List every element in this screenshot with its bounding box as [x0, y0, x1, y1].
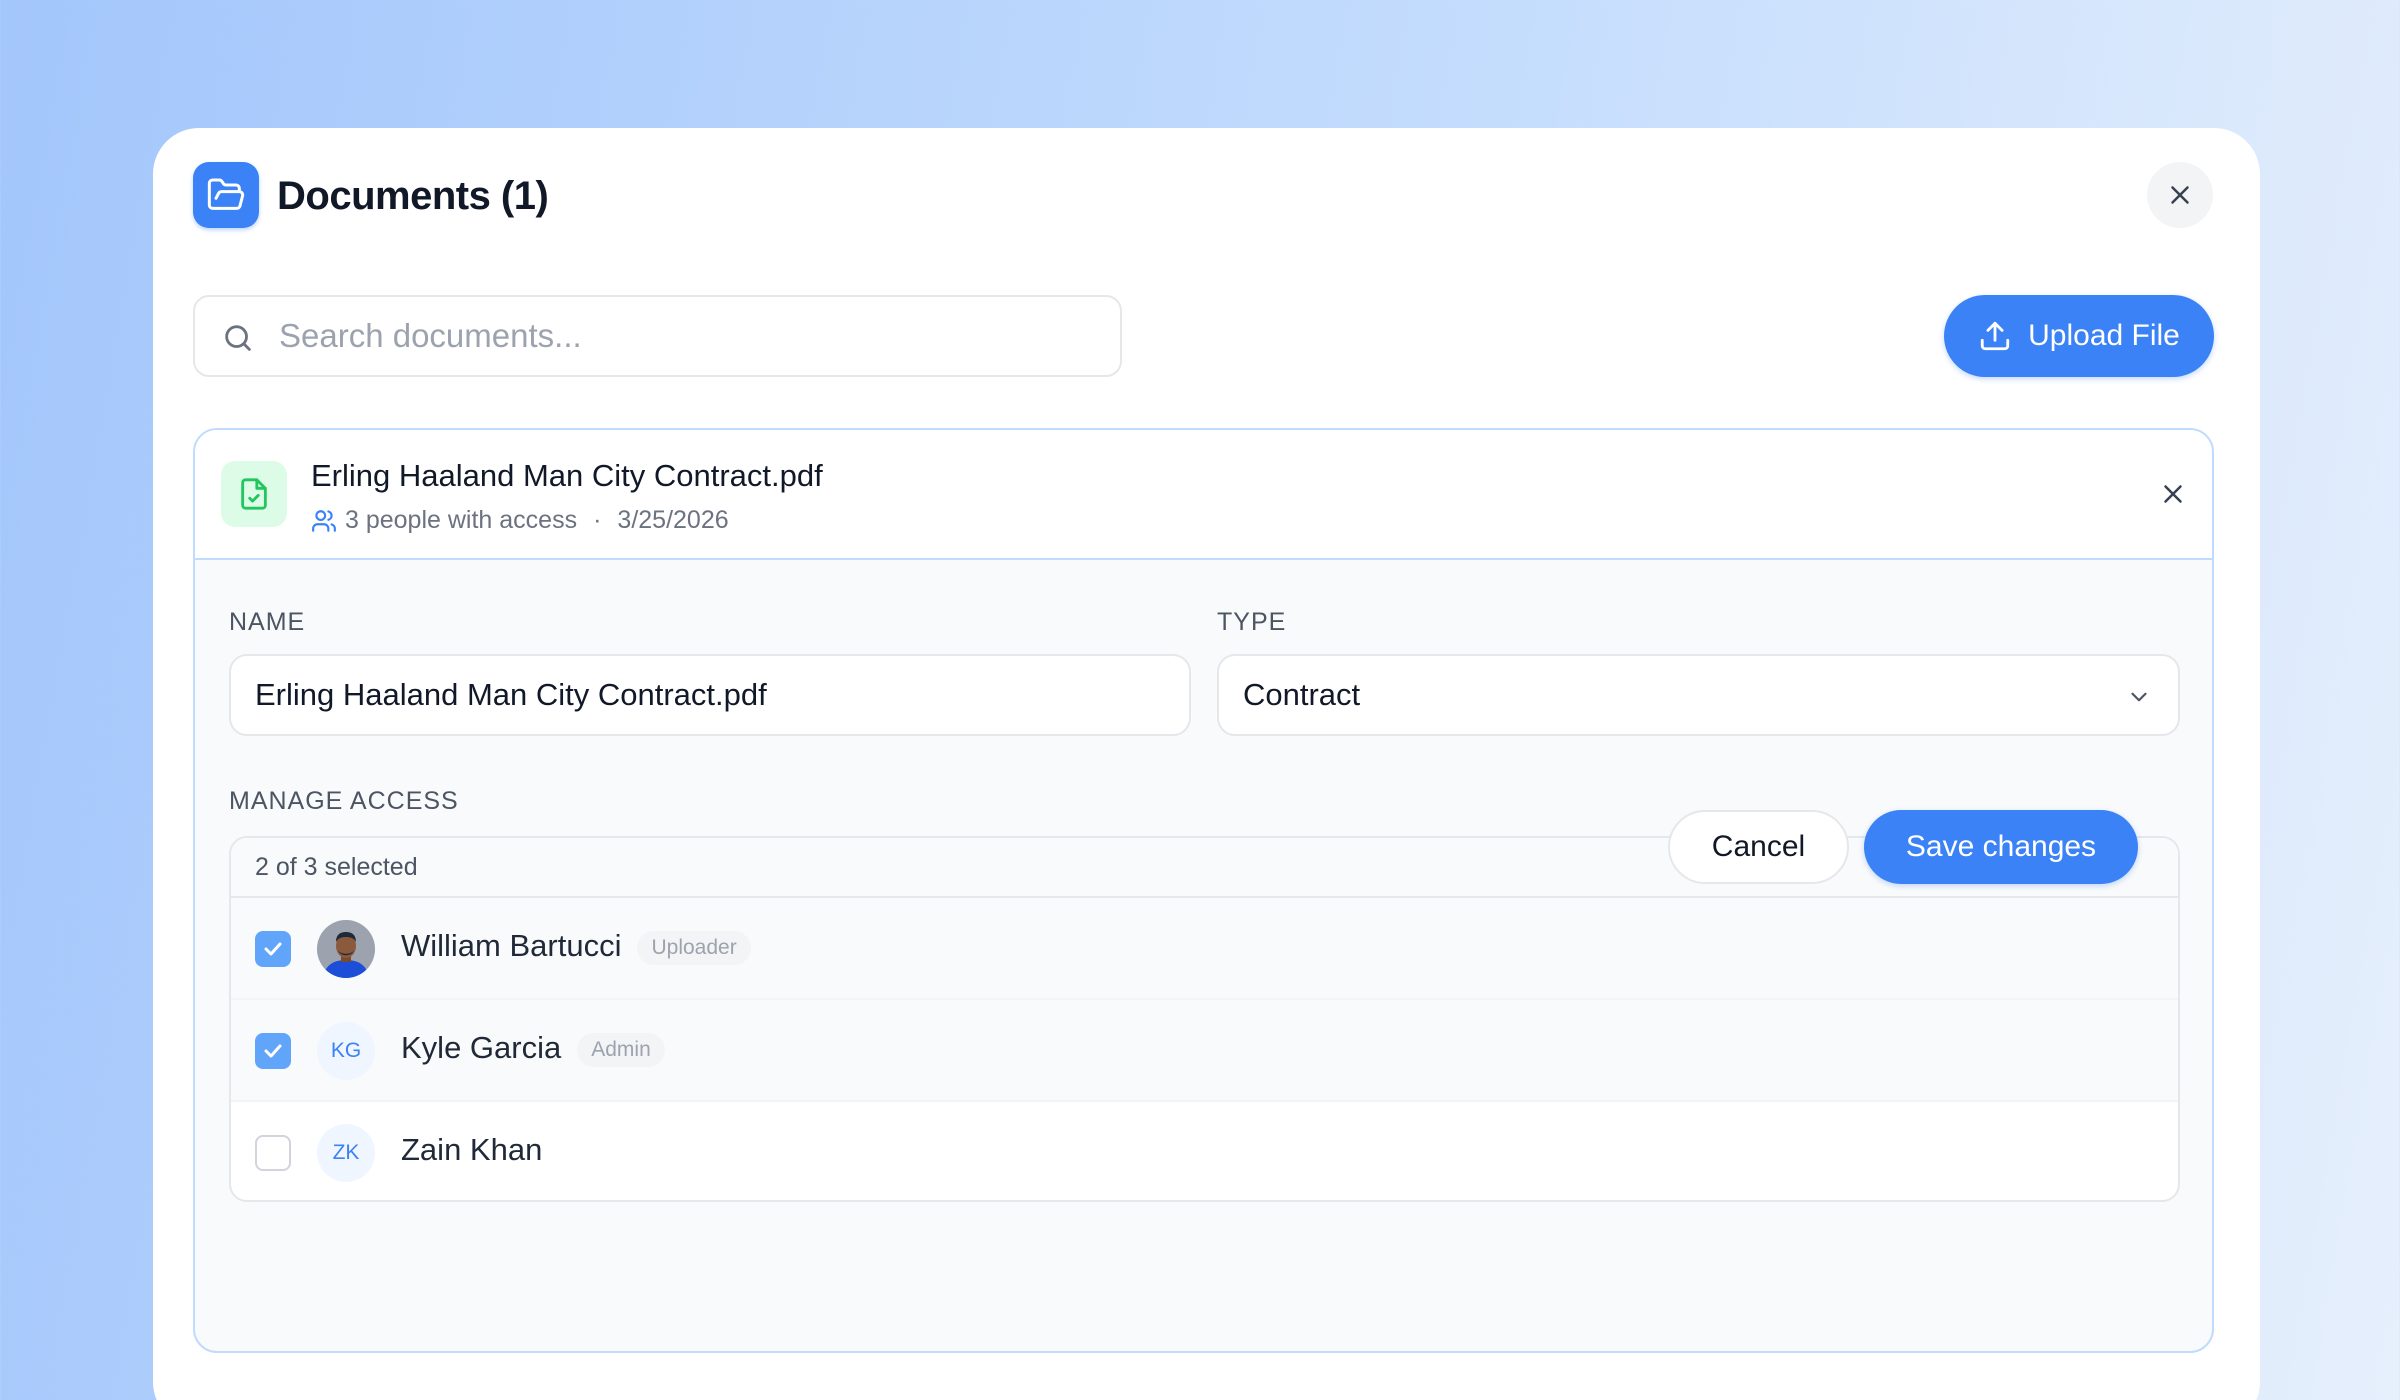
checkbox-checked[interactable]: [255, 1033, 291, 1069]
type-value: Contract: [1243, 677, 1361, 712]
type-select[interactable]: Contract: [1217, 654, 2180, 736]
manage-access-label: MANAGE ACCESS: [229, 787, 459, 815]
name-value: Erling Haaland Man City Contract.pdf: [255, 677, 767, 712]
upload-icon: [1980, 321, 2010, 351]
person-name: Kyle Garcia Admin: [401, 1030, 665, 1067]
documents-modal: Documents (1) Upload File Erling Haaland…: [153, 128, 2260, 1400]
document-date: 3/25/2026: [617, 506, 729, 534]
chevron-down-icon: [2131, 692, 2147, 702]
users-icon: [312, 509, 336, 532]
document-header[interactable]: Erling Haaland Man City Contract.pdf 3 p…: [195, 430, 2212, 560]
file-check-icon: [221, 461, 287, 527]
access-list: 2 of 3 selected William Bartucci Uploade…: [229, 836, 2180, 1202]
upload-file-label: Upload File: [2028, 319, 2180, 352]
role-badge: Admin: [577, 1032, 665, 1067]
access-row[interactable]: ZK Zain Khan: [231, 1102, 2178, 1200]
checkbox-checked[interactable]: [255, 931, 291, 967]
modal-title: Documents (1): [277, 174, 549, 218]
access-row[interactable]: William Bartucci Uploader: [231, 898, 2178, 1000]
meta-separator: ·: [593, 506, 602, 534]
close-icon: [2164, 485, 2182, 503]
upload-file-button[interactable]: Upload File: [1944, 295, 2214, 377]
person-name: Zain Khan: [401, 1132, 543, 1167]
avatar-initials: ZK: [317, 1124, 375, 1182]
check-icon: [264, 1044, 282, 1058]
person-name: William Bartucci Uploader: [401, 928, 751, 965]
type-label: TYPE: [1217, 608, 1287, 636]
avatar: [317, 920, 375, 978]
name-field[interactable]: Erling Haaland Man City Contract.pdf: [229, 654, 1191, 736]
access-row[interactable]: KG Kyle Garcia Admin: [231, 1000, 2178, 1102]
search-input[interactable]: [279, 297, 1099, 375]
access-count: 3 people with access: [345, 506, 578, 534]
folder-open-icon: [193, 162, 259, 228]
document-card: Erling Haaland Man City Contract.pdf 3 p…: [193, 428, 2214, 1353]
name-label: NAME: [229, 608, 306, 636]
save-changes-button[interactable]: Save changes: [1864, 810, 2138, 884]
cancel-button[interactable]: Cancel: [1668, 810, 1849, 884]
document-meta: 3 people with access · 3/25/2026: [311, 506, 729, 535]
modal-close-button[interactable]: [2147, 162, 2213, 228]
document-name: Erling Haaland Man City Contract.pdf: [311, 458, 823, 493]
search-icon: [225, 325, 251, 351]
close-icon: [2171, 186, 2189, 204]
checkbox-unchecked[interactable]: [255, 1135, 291, 1171]
document-close-button[interactable]: [2155, 476, 2191, 512]
avatar-initials: KG: [317, 1022, 375, 1080]
role-badge: Uploader: [637, 930, 751, 965]
search-box: [193, 295, 1122, 377]
check-icon: [264, 942, 282, 956]
